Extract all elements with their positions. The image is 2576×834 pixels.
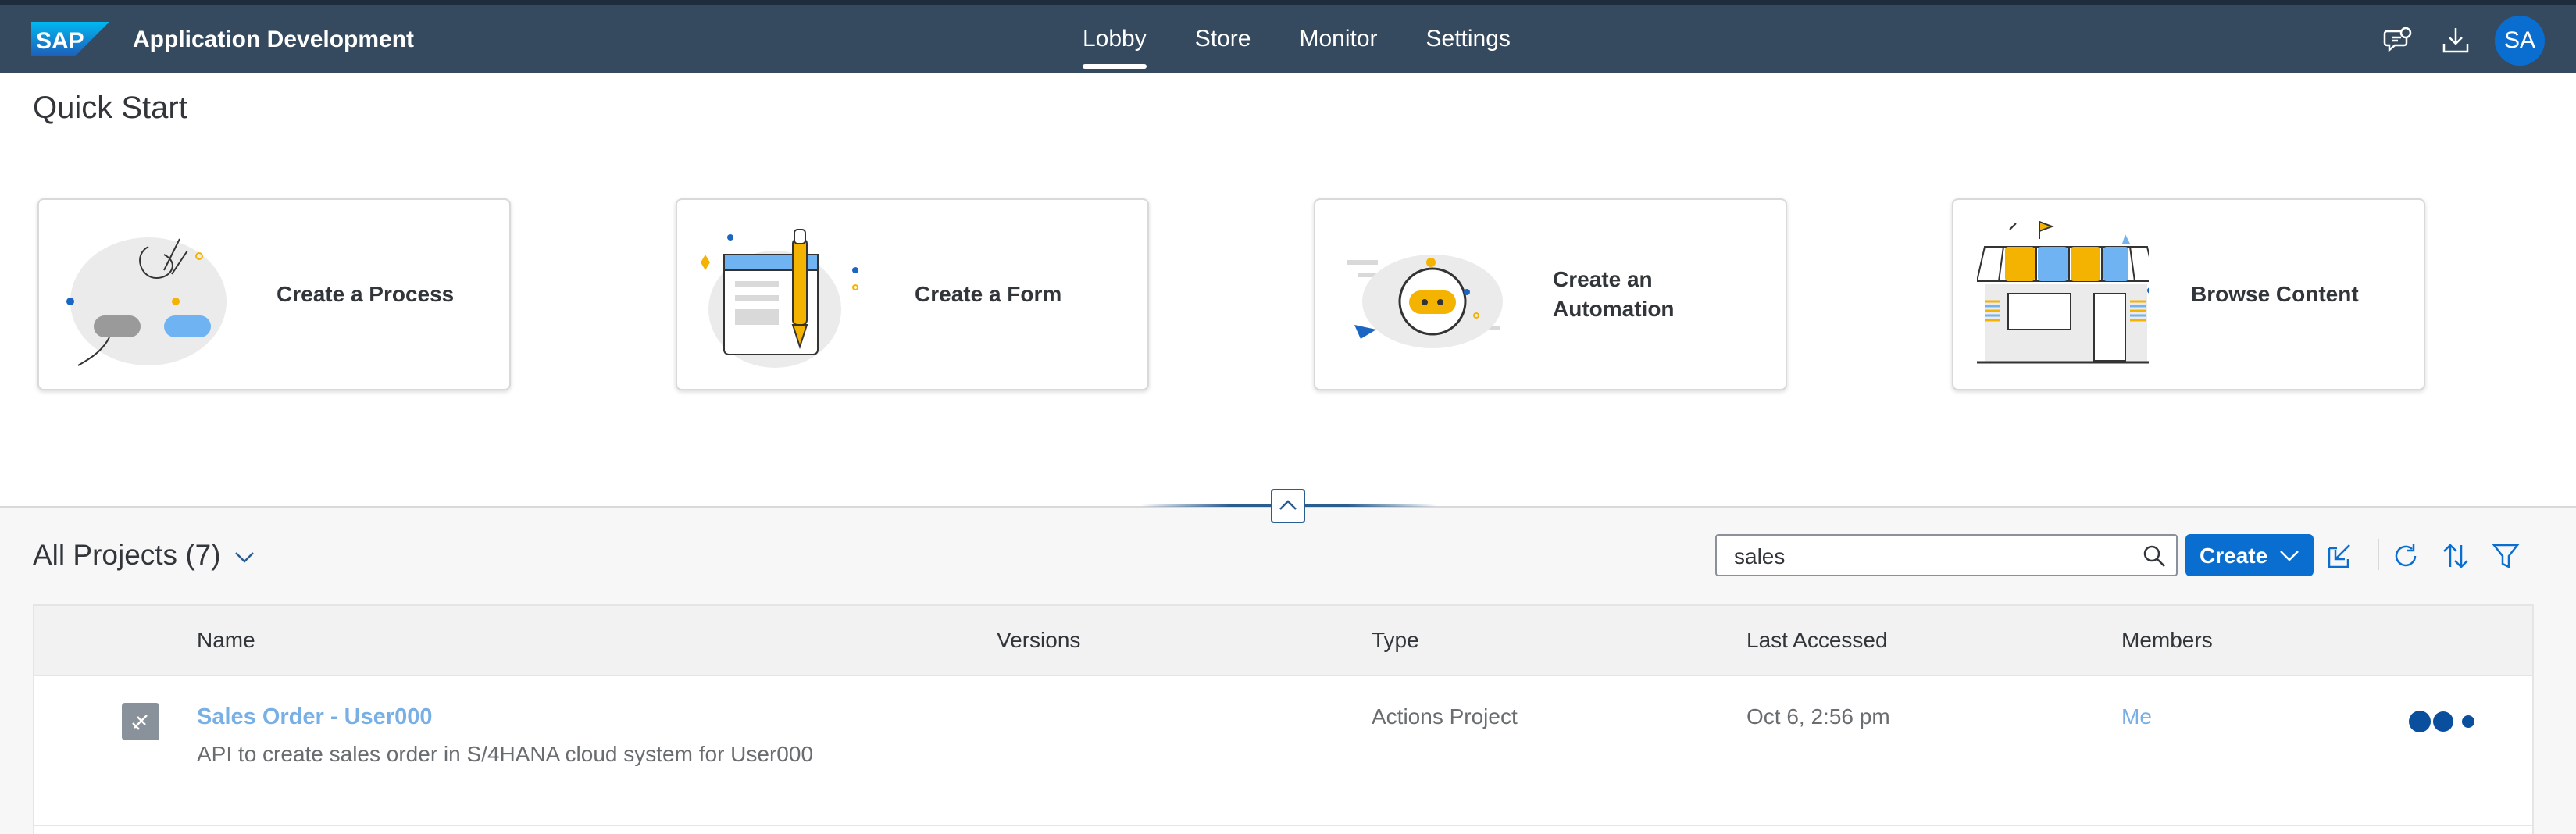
form-illustration-icon: [701, 229, 858, 368]
search-icon[interactable]: [2142, 544, 2167, 568]
process-illustration-icon: [66, 237, 227, 366]
card-create-process[interactable]: Create a Process: [37, 198, 511, 390]
sort-icon[interactable]: [2440, 540, 2471, 572]
project-description: API to create sales order in S/4HANA clo…: [197, 742, 814, 766]
create-button[interactable]: Create: [2185, 534, 2314, 576]
column-header-members[interactable]: Members: [2121, 628, 2213, 653]
project-members-link[interactable]: Me: [2121, 704, 2152, 729]
card-label: Create an Automation: [1553, 267, 1675, 321]
shell-bar: SAP Application Development Lobby Store …: [0, 5, 2576, 73]
download-icon[interactable]: [2440, 25, 2471, 56]
card-browse-content[interactable]: Browse Content: [1952, 198, 2425, 390]
table-header: Name Versions Type Last Accessed Members: [34, 606, 2532, 676]
search-input[interactable]: [1732, 542, 2126, 572]
chevron-down-icon[interactable]: [231, 545, 258, 568]
sap-logo[interactable]: SAP: [31, 22, 109, 56]
project-name-link[interactable]: Sales Order - User000: [197, 704, 432, 730]
nav-tab-monitor[interactable]: Monitor: [1299, 5, 1377, 73]
nav-tab-lobby[interactable]: Lobby: [1083, 5, 1147, 73]
user-avatar[interactable]: SA: [2495, 16, 2545, 66]
svg-text:SAP: SAP: [36, 28, 84, 54]
card-create-automation[interactable]: Create an Automation: [1314, 198, 1787, 390]
search-field[interactable]: [1715, 534, 2178, 576]
store-illustration-icon: [1977, 220, 2149, 364]
column-header-versions[interactable]: Versions: [997, 628, 1080, 653]
card-label: Create a Process: [277, 282, 455, 306]
table-row[interactable]: Sales Order - User000 API to create sale…: [34, 676, 2532, 826]
chevron-down-icon: [2280, 551, 2299, 561]
nav-tab-store[interactable]: Store: [1195, 5, 1251, 73]
project-last-accessed: Oct 6, 2:56 pm: [1746, 704, 1890, 729]
feedback-icon[interactable]: [2382, 25, 2414, 56]
project-type: Actions Project: [1372, 704, 1518, 729]
card-label: Browse Content: [2191, 282, 2359, 306]
column-header-name[interactable]: Name: [197, 628, 255, 653]
filter-icon[interactable]: [2490, 540, 2521, 572]
more-actions-icon[interactable]: [2407, 706, 2482, 737]
create-button-label: Create: [2200, 544, 2268, 568]
chevron-up-icon: [1279, 500, 1297, 510]
column-header-last-accessed[interactable]: Last Accessed: [1746, 628, 1888, 653]
actions-project-icon: [122, 703, 159, 740]
shell-nav: Lobby Store Monitor Settings: [1083, 5, 1559, 73]
projects-title: All Projects (7): [33, 539, 221, 571]
column-header-type[interactable]: Type: [1372, 628, 1419, 653]
projects-table: Name Versions Type Last Accessed Members…: [33, 604, 2534, 834]
nav-tab-settings[interactable]: Settings: [1426, 5, 1511, 73]
toolbar-separator: [2378, 539, 2379, 570]
automation-illustration-icon: [1347, 255, 1503, 348]
app-title: Application Development: [133, 27, 415, 52]
refresh-icon[interactable]: [2390, 540, 2421, 572]
collapse-button[interactable]: [1271, 489, 1305, 523]
quick-start-title: Quick Start: [33, 91, 187, 125]
card-label: Create a Form: [915, 282, 1062, 306]
card-create-form[interactable]: Create a Form: [676, 198, 1149, 390]
import-icon[interactable]: [2323, 540, 2354, 572]
